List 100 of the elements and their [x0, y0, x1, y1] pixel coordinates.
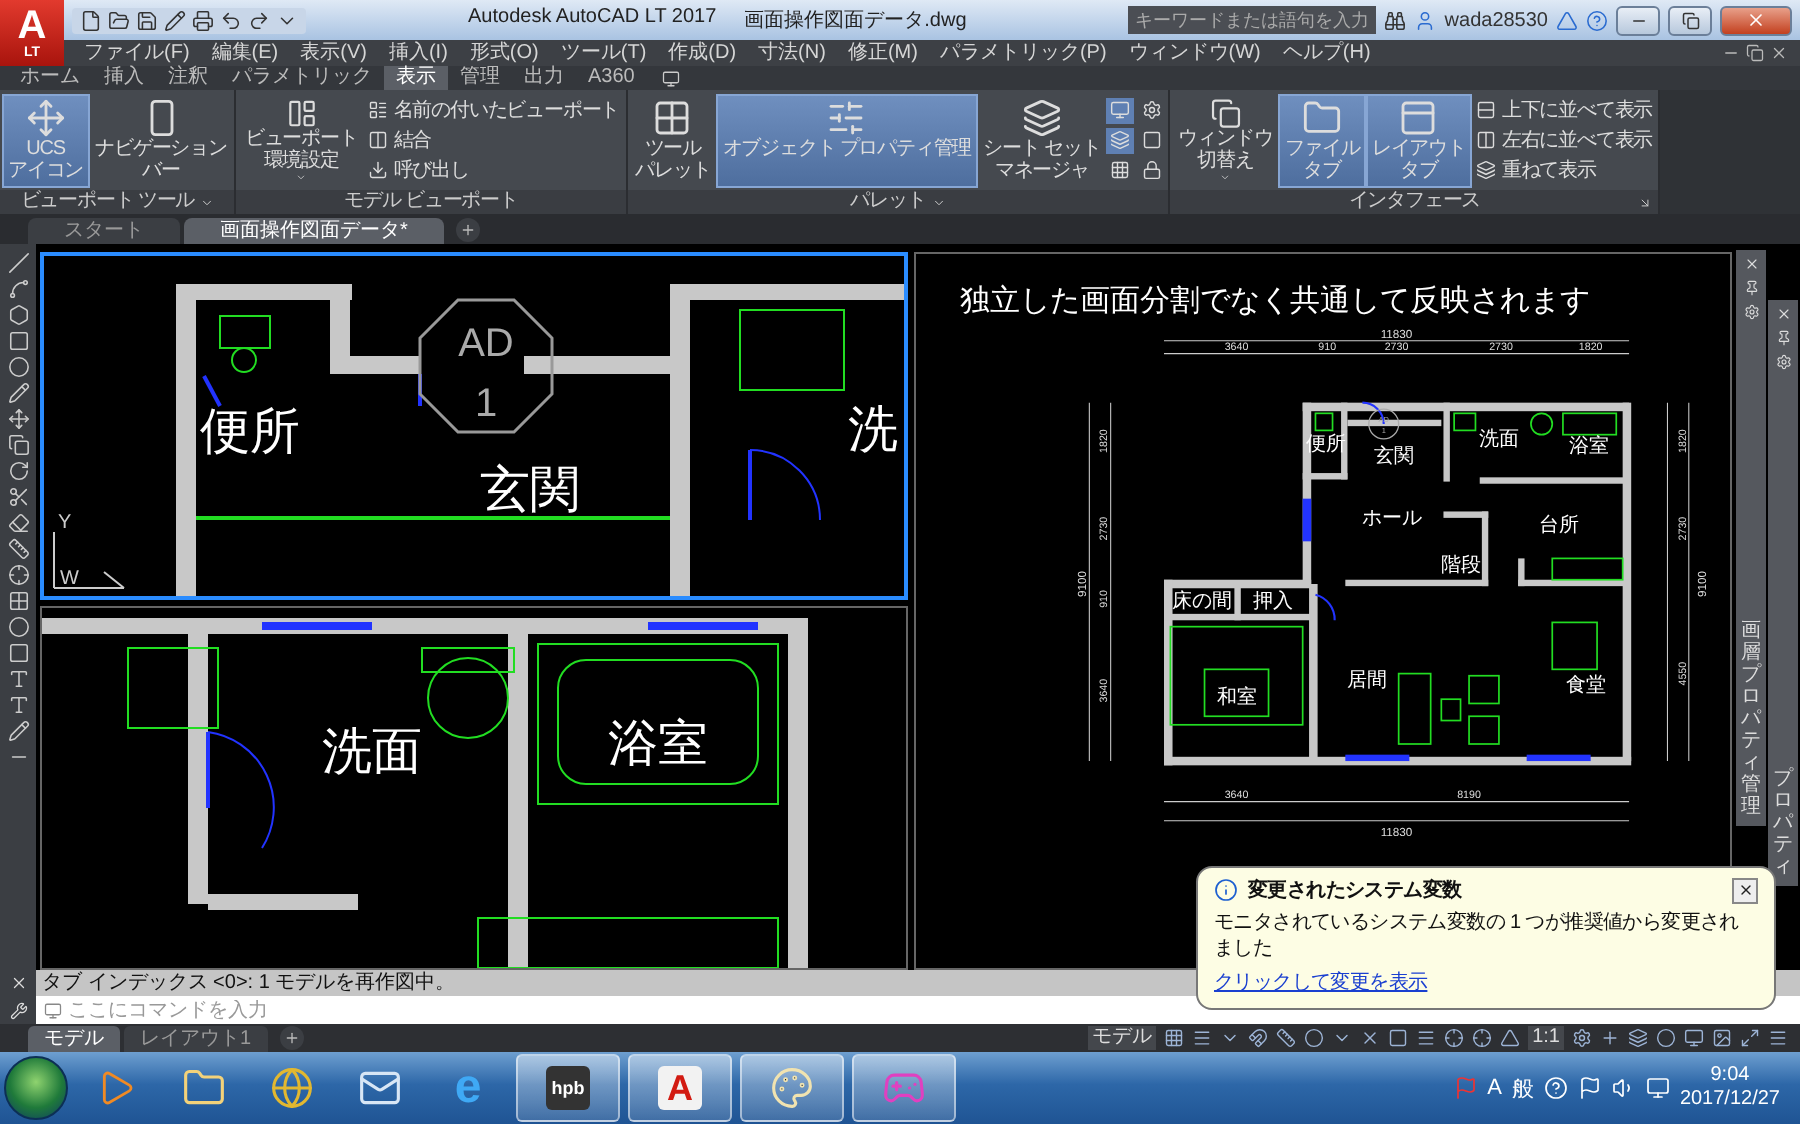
user-name[interactable]: wada28530 — [1444, 9, 1548, 31]
lines-icon[interactable] — [1192, 1028, 1213, 1048]
clock[interactable]: 9:04 2017/12/27 — [1679, 1064, 1780, 1112]
ruler-icon[interactable] — [1276, 1028, 1297, 1048]
settings-icon[interactable] — [1775, 354, 1791, 370]
grid-icon[interactable] — [7, 590, 29, 612]
print-icon[interactable] — [192, 9, 214, 31]
layout-tab[interactable]: モデル — [28, 1025, 120, 1051]
triangle-icon[interactable] — [1500, 1028, 1521, 1048]
circle-icon[interactable] — [1656, 1028, 1676, 1048]
ribbon-button[interactable]: 上下に並べて表示 — [1471, 96, 1657, 124]
close-icon[interactable] — [9, 974, 27, 993]
ribbon-button[interactable]: シート セット マネージャ — [977, 93, 1107, 187]
maximize-icon[interactable] — [1740, 1028, 1760, 1048]
polyline-icon[interactable] — [7, 278, 29, 300]
move-icon[interactable] — [7, 408, 29, 430]
pencil-icon[interactable] — [164, 9, 186, 31]
taskbar-button[interactable]: hpb — [516, 1054, 620, 1122]
menu-item[interactable]: ウィンドウ(W) — [1128, 40, 1261, 66]
menu-item[interactable]: 表示(V) — [300, 40, 367, 66]
monitor-icon[interactable] — [1645, 1076, 1670, 1100]
menu-item[interactable]: 形式(O) — [469, 40, 539, 66]
square-icon[interactable] — [1388, 1028, 1409, 1048]
viewport[interactable]: AD 1 便所 玄関 洗 Y W — [40, 252, 908, 600]
ribbon-button[interactable]: UCS アイコン — [2, 93, 90, 187]
scissors-icon[interactable] — [7, 486, 29, 508]
crosshair-icon[interactable] — [1444, 1028, 1465, 1048]
ribbon-button[interactable]: 結合 — [363, 126, 624, 154]
eraser-icon[interactable] — [7, 512, 29, 534]
text-icon[interactable] — [7, 668, 29, 690]
rotate-icon[interactable] — [7, 460, 29, 482]
ribbon-button[interactable]: レイアウト タブ — [1365, 93, 1472, 187]
menu-icon[interactable] — [1768, 1028, 1788, 1048]
palette-toggle-button[interactable] — [1106, 127, 1135, 153]
ribbon-button[interactable]: ビューポート 環境設定 — [238, 93, 364, 187]
notification-link[interactable]: クリックして変更を表示 — [1214, 968, 1758, 996]
close-button[interactable] — [1732, 877, 1758, 903]
rectangle-icon[interactable] — [7, 642, 29, 664]
palette-toggle-button[interactable] — [1106, 97, 1135, 123]
ribbon-tab[interactable]: 管理 — [448, 66, 512, 90]
triangle-icon[interactable] — [1556, 9, 1578, 31]
menu-item[interactable]: 修正(M) — [847, 40, 918, 66]
ribbon-button[interactable]: 名前の付いたビューポート — [363, 96, 624, 124]
monitor-icon[interactable] — [1684, 1028, 1704, 1048]
ribbon-tab[interactable]: 注釈 — [156, 66, 220, 90]
gear-icon[interactable] — [1572, 1028, 1592, 1048]
settings-icon[interactable] — [1743, 304, 1759, 320]
menu-item[interactable]: 編集(E) — [211, 40, 279, 66]
file-tab[interactable]: 画面操作図面データ* — [184, 218, 444, 244]
close-icon[interactable] — [1770, 44, 1788, 62]
menu-item[interactable]: 挿入(I) — [388, 40, 448, 66]
undo-icon[interactable] — [220, 9, 242, 31]
polygon-icon[interactable] — [7, 304, 29, 326]
ribbon-button[interactable]: 重ねて表示 — [1471, 156, 1657, 184]
monitor-icon[interactable] — [662, 69, 681, 87]
wrench-icon[interactable] — [9, 1001, 27, 1020]
caret-icon[interactable] — [931, 195, 946, 209]
pin-icon[interactable] — [1775, 330, 1791, 346]
file-tab[interactable]: スタート — [28, 218, 180, 244]
viewport[interactable]: 洗面 浴室 — [40, 606, 908, 970]
crosshair-icon[interactable] — [7, 564, 29, 586]
menu-item[interactable]: パラメトリック(P) — [939, 40, 1107, 66]
picture-icon[interactable] — [1712, 1028, 1732, 1048]
plus-icon[interactable] — [1600, 1028, 1620, 1048]
menu-item[interactable]: 作成(D) — [668, 40, 737, 66]
ime-mode[interactable]: 般 — [1511, 1073, 1534, 1103]
taskbar-button[interactable]: A — [628, 1054, 732, 1122]
ribbon-tab[interactable]: 表示 — [384, 66, 448, 90]
ruler-icon[interactable] — [7, 538, 29, 560]
binoculars-icon[interactable] — [1384, 9, 1407, 31]
circle-icon[interactable] — [7, 356, 29, 378]
launcher-icon[interactable] — [1638, 195, 1653, 209]
cross-icon[interactable] — [1360, 1028, 1381, 1048]
text-icon[interactable] — [7, 694, 29, 716]
close-icon[interactable] — [1743, 256, 1759, 272]
menu-item[interactable]: ヘルプ(H) — [1282, 40, 1371, 66]
add-tab-button[interactable] — [279, 1025, 304, 1049]
magnet-icon[interactable] — [1248, 1028, 1269, 1048]
flag-icon[interactable] — [1577, 1076, 1602, 1100]
ribbon-button[interactable]: ウィンドウ 切替え — [1172, 93, 1279, 187]
ribbon-button[interactable]: 呼び出し — [363, 156, 624, 184]
layout-tab[interactable]: レイアウト1 — [124, 1025, 268, 1051]
search-field[interactable]: キーワードまたは語句を入力 — [1128, 6, 1377, 34]
stack-icon[interactable] — [1628, 1028, 1648, 1048]
start-button[interactable] — [4, 1056, 68, 1120]
menu-item[interactable]: ファイル(F) — [84, 40, 190, 66]
ribbon-button[interactable]: ファイル タブ — [1278, 93, 1366, 187]
taskbar-button[interactable] — [740, 1054, 844, 1122]
ribbon-button[interactable]: ツール パレット — [629, 93, 717, 187]
ribbon-tab[interactable]: A360 — [576, 66, 647, 90]
save-icon[interactable] — [136, 9, 158, 31]
close-icon[interactable] — [1775, 306, 1791, 322]
grid-icon[interactable] — [1164, 1028, 1185, 1048]
crosshair-icon[interactable] — [1472, 1028, 1493, 1048]
ribbon-tab[interactable]: 出力 — [512, 66, 576, 90]
copy-icon[interactable] — [7, 434, 29, 456]
menu-item[interactable]: 寸法(N) — [758, 40, 826, 66]
circle-icon[interactable] — [7, 616, 29, 638]
help-icon[interactable] — [1586, 9, 1608, 31]
command-input-field[interactable]: ここにコマンドを入力 — [68, 999, 1800, 1021]
